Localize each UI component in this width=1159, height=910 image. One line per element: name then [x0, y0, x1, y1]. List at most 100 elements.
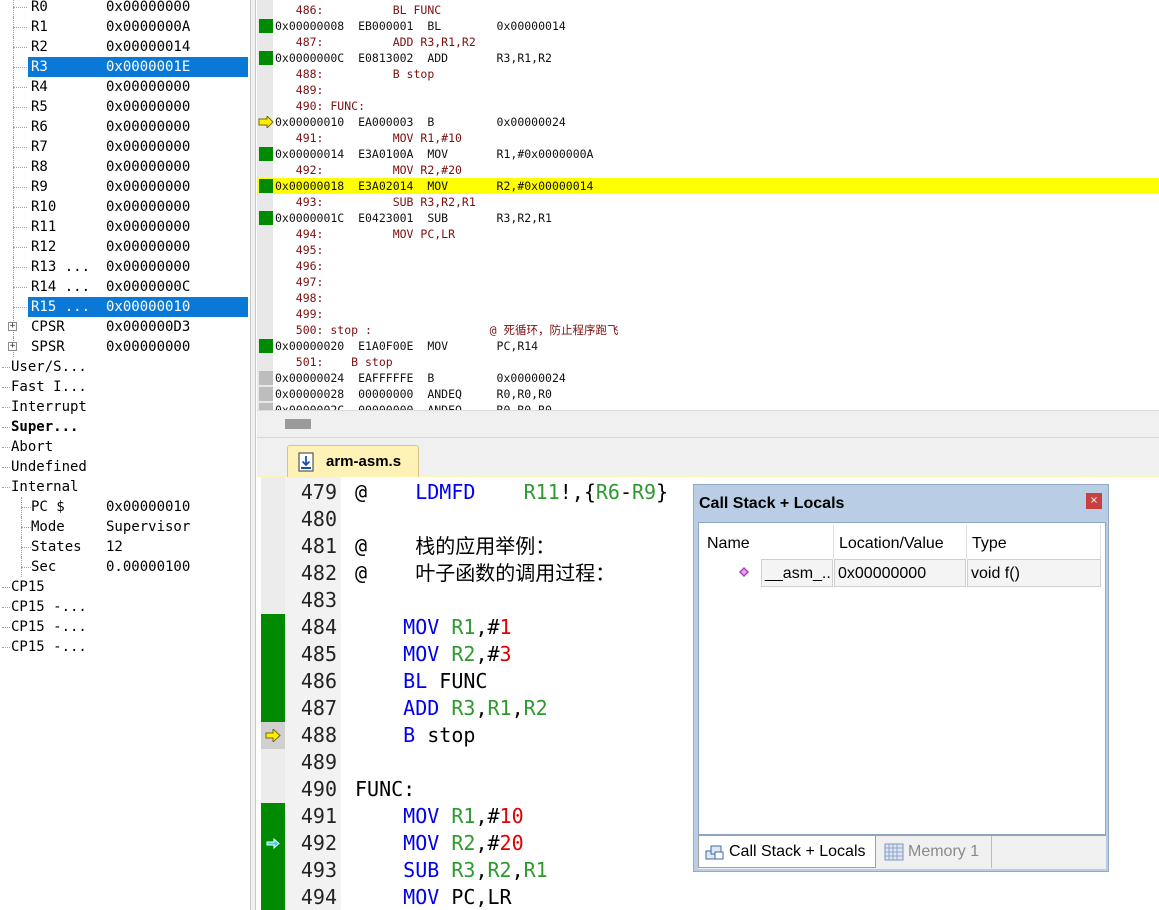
internal-row[interactable]: States 12	[0, 537, 248, 557]
cp15-group[interactable]: CP15 -...	[0, 617, 248, 637]
code-token: SUB	[403, 858, 440, 882]
register-group[interactable]: Fast I...	[0, 377, 248, 397]
disassembly-source-line[interactable]: 490: FUNC:	[257, 98, 1159, 114]
disassembly-instruction[interactable]: 0x00000018 E3A02014 MOV R2,#0x00000014	[257, 178, 1159, 194]
tab-memory-1[interactable]: Memory 1	[880, 836, 992, 868]
column-divider[interactable]	[833, 525, 834, 559]
register-group[interactable]: Abort	[0, 437, 248, 457]
call-frame-type[interactable]: void f()	[967, 559, 1101, 587]
pc-arrow-icon	[265, 729, 281, 742]
register-row[interactable]: R5 0x00000000	[0, 97, 248, 117]
code-token: stop	[415, 723, 476, 747]
internal-row[interactable]: PC $ 0x00000010	[0, 497, 248, 517]
disassembly-instruction[interactable]: 0x00000024 EAFFFFFE B 0x00000024	[257, 370, 1159, 386]
disassembly-instruction[interactable]: 0x00000020 E1A0F00E MOV PC,R14	[257, 338, 1159, 354]
register-row[interactable]: R1 0x0000000A	[0, 17, 248, 37]
register-group[interactable]: Interrupt	[0, 397, 248, 417]
line-number: 488	[300, 723, 337, 747]
code-text: MOV R2,#20	[355, 830, 523, 857]
cp15-group[interactable]: CP15 -...	[0, 637, 248, 657]
disassembly-instruction[interactable]: 0x00000008 EB000001 BL 0x00000014	[257, 18, 1159, 34]
expand-icon[interactable]: +	[8, 342, 17, 351]
internal-row[interactable]: Mode Supervisor	[0, 517, 248, 537]
register-group[interactable]: Undefined	[0, 457, 248, 477]
code-text: FUNC:	[355, 776, 415, 803]
register-row[interactable]: R4 0x00000000	[0, 77, 248, 97]
call-frame-name[interactable]: __asm_...	[761, 559, 833, 587]
line-text: 491: MOV R1,#10	[275, 131, 462, 145]
disassembly-instruction[interactable]: 0x00000028 00000000 ANDEQ R0,R0,R0	[257, 386, 1159, 402]
line-text: 501: B stop	[275, 355, 393, 369]
register-row[interactable]: R8 0x00000000	[0, 157, 248, 177]
code-token: R11	[523, 480, 560, 504]
tree-line	[2, 407, 10, 408]
column-header-name[interactable]: Name	[707, 529, 750, 559]
panel-splitter[interactable]	[250, 0, 256, 910]
disassembly-source-line[interactable]: 491: MOV R1,#10	[257, 130, 1159, 146]
disassembly-instruction[interactable]: 0x00000010 EA000003 B 0x00000024	[257, 114, 1159, 130]
column-header-location[interactable]: Location/Value	[839, 529, 944, 559]
register-group[interactable]: User/S...	[0, 357, 248, 377]
tab-call-stack-locals[interactable]: Call Stack + Locals	[698, 836, 876, 868]
expand-icon[interactable]: +	[8, 322, 17, 331]
register-row[interactable]: R3 0x0000001E	[0, 57, 248, 77]
register-row[interactable]: R2 0x00000014	[0, 37, 248, 57]
disassembly-source-line[interactable]: 498:	[257, 290, 1159, 306]
register-group[interactable]: Internal	[0, 477, 248, 497]
disassembly-instruction[interactable]: 0x00000014 E3A0100A MOV R1,#0x0000000A	[257, 146, 1159, 162]
disassembly-source-line[interactable]: 488: B stop	[257, 66, 1159, 82]
disassembly-source-line[interactable]: 494: MOV PC,LR	[257, 226, 1159, 242]
code-token: ,	[475, 858, 488, 882]
register-row[interactable]: R6 0x00000000	[0, 117, 248, 137]
register-row[interactable]: + SPSR 0x00000000	[0, 337, 248, 357]
register-group[interactable]: Super...	[0, 417, 248, 437]
line-number: 484	[300, 615, 337, 639]
cp15-group[interactable]: CP15 -...	[0, 597, 248, 617]
scrollbar-thumb[interactable]	[285, 419, 311, 429]
disassembly-source-line[interactable]: 489:	[257, 82, 1159, 98]
register-name: R15 ...	[31, 299, 91, 315]
column-divider[interactable]	[1100, 525, 1101, 559]
disassembly-source-line[interactable]: 499:	[257, 306, 1159, 322]
internal-row[interactable]: Sec 0.00000100	[0, 557, 248, 577]
cp15-group[interactable]: CP15	[0, 577, 248, 597]
disassembly-instruction[interactable]: 0x0000000C E0813002 ADD R3,R1,R2	[257, 50, 1159, 66]
register-row[interactable]: R12 0x00000000	[0, 237, 248, 257]
code-line[interactable]: 494 MOV PC,LR	[257, 884, 1159, 910]
disassembly-source-line[interactable]: 500: stop : @ 死循环，防止程序跑飞	[257, 322, 1159, 338]
horizontal-scrollbar[interactable]	[257, 410, 1159, 437]
disassembly-source-line[interactable]: 486: BL FUNC	[257, 2, 1159, 18]
register-row[interactable]: R7 0x00000000	[0, 137, 248, 157]
register-row[interactable]: + CPSR 0x000000D3	[0, 317, 248, 337]
disassembly-source-line[interactable]: 497:	[257, 274, 1159, 290]
register-row[interactable]: R0 0x00000000	[0, 0, 248, 17]
tab-arm-asm[interactable]: arm-asm.s	[287, 445, 419, 478]
register-row[interactable]: R15 ... 0x00000010	[0, 297, 248, 317]
disassembly-source-line[interactable]: 496:	[257, 258, 1159, 274]
close-icon[interactable]: ×	[1086, 493, 1102, 509]
call-frame-location[interactable]: 0x00000000	[834, 559, 966, 587]
register-row[interactable]: R10 0x00000000	[0, 197, 248, 217]
register-row[interactable]: R11 0x00000000	[0, 217, 248, 237]
code-token: ,#	[475, 615, 500, 639]
register-row[interactable]: R13 ... 0x00000000	[0, 257, 248, 277]
register-row[interactable]: R14 ... 0x0000000C	[0, 277, 248, 297]
disassembly-source-line[interactable]: 495:	[257, 242, 1159, 258]
disassembly-source-line[interactable]: 487: ADD R3,R1,R2	[257, 34, 1159, 50]
line-number: 492	[300, 831, 337, 855]
register-row[interactable]: R9 0x00000000	[0, 177, 248, 197]
column-header-type[interactable]: Type	[972, 529, 1007, 559]
code-text: MOV R2,#3	[355, 641, 511, 668]
tree-line	[13, 0, 14, 17]
disassembly-source-line[interactable]: 492: MOV R2,#20	[257, 162, 1159, 178]
line-number: 487	[300, 696, 337, 720]
disassembly-source-line[interactable]: 501: B stop	[257, 354, 1159, 370]
column-divider[interactable]	[966, 525, 967, 559]
disassembly-instruction[interactable]: 0x0000001C E0423001 SUB R3,R2,R1	[257, 210, 1159, 226]
disassembly-source-line[interactable]: 493: SUB R3,R2,R1	[257, 194, 1159, 210]
tree-line	[13, 227, 27, 228]
